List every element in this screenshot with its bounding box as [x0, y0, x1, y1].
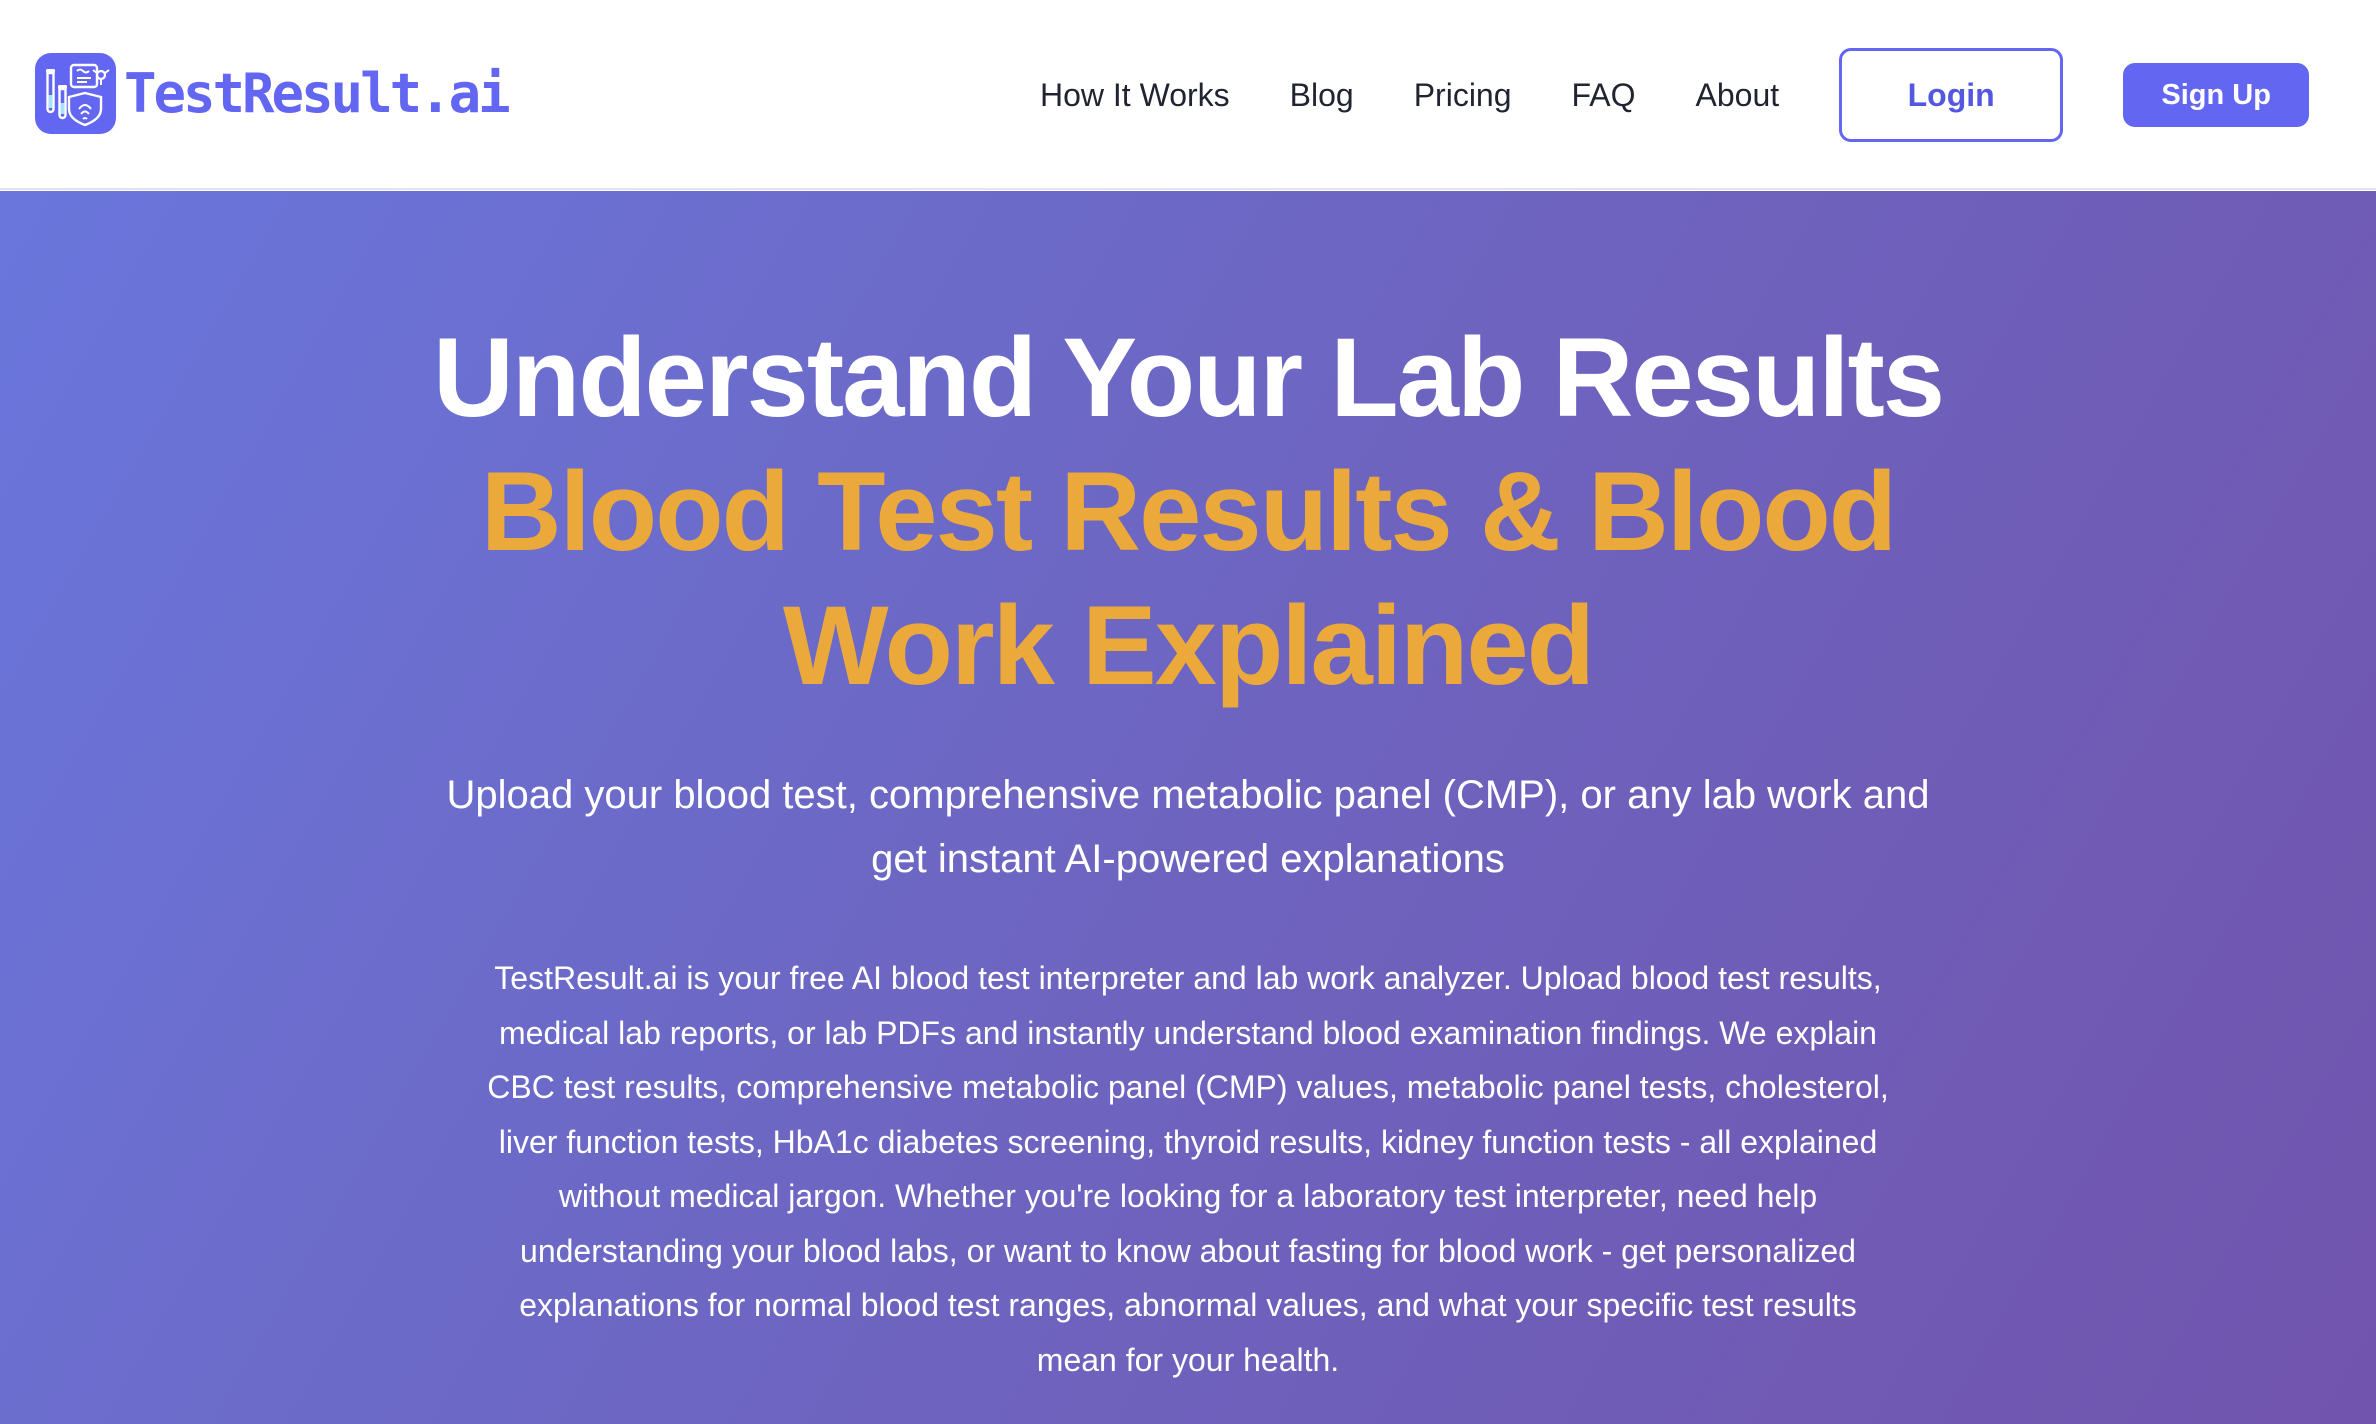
- main-nav: How It Works Blog Pricing FAQ About Logi…: [1040, 0, 2310, 190]
- hero-section: Understand Your Lab Results Blood Test R…: [0, 191, 2376, 1424]
- sign-up-button[interactable]: Sign Up: [2123, 63, 2310, 127]
- logo-link[interactable]: TestResult.ai: [35, 53, 511, 134]
- page: TestResult.ai How It Works Blog Pricing …: [0, 0, 2376, 1424]
- hero-highlight-title: Blood Test Results & Blood Work Explaine…: [480, 449, 1897, 708]
- nav-about[interactable]: About: [1696, 79, 1780, 111]
- hero-description: TestResult.ai is your free AI blood test…: [487, 960, 1889, 1378]
- hero-title: Understand Your Lab Results: [432, 315, 1945, 440]
- site-header: TestResult.ai How It Works Blog Pricing …: [0, 0, 2376, 190]
- nav-faq[interactable]: FAQ: [1572, 79, 1636, 111]
- login-button[interactable]: Login: [1839, 48, 2064, 142]
- hero-subtitle: Upload your blood test, comprehensive me…: [446, 773, 1930, 881]
- nav-pricing[interactable]: Pricing: [1414, 79, 1512, 111]
- logo-text: TestResult.ai: [124, 61, 511, 125]
- nav-how-it-works[interactable]: How It Works: [1040, 79, 1230, 111]
- lab-tools-icon: [35, 53, 116, 134]
- nav-blog[interactable]: Blog: [1290, 79, 1354, 111]
